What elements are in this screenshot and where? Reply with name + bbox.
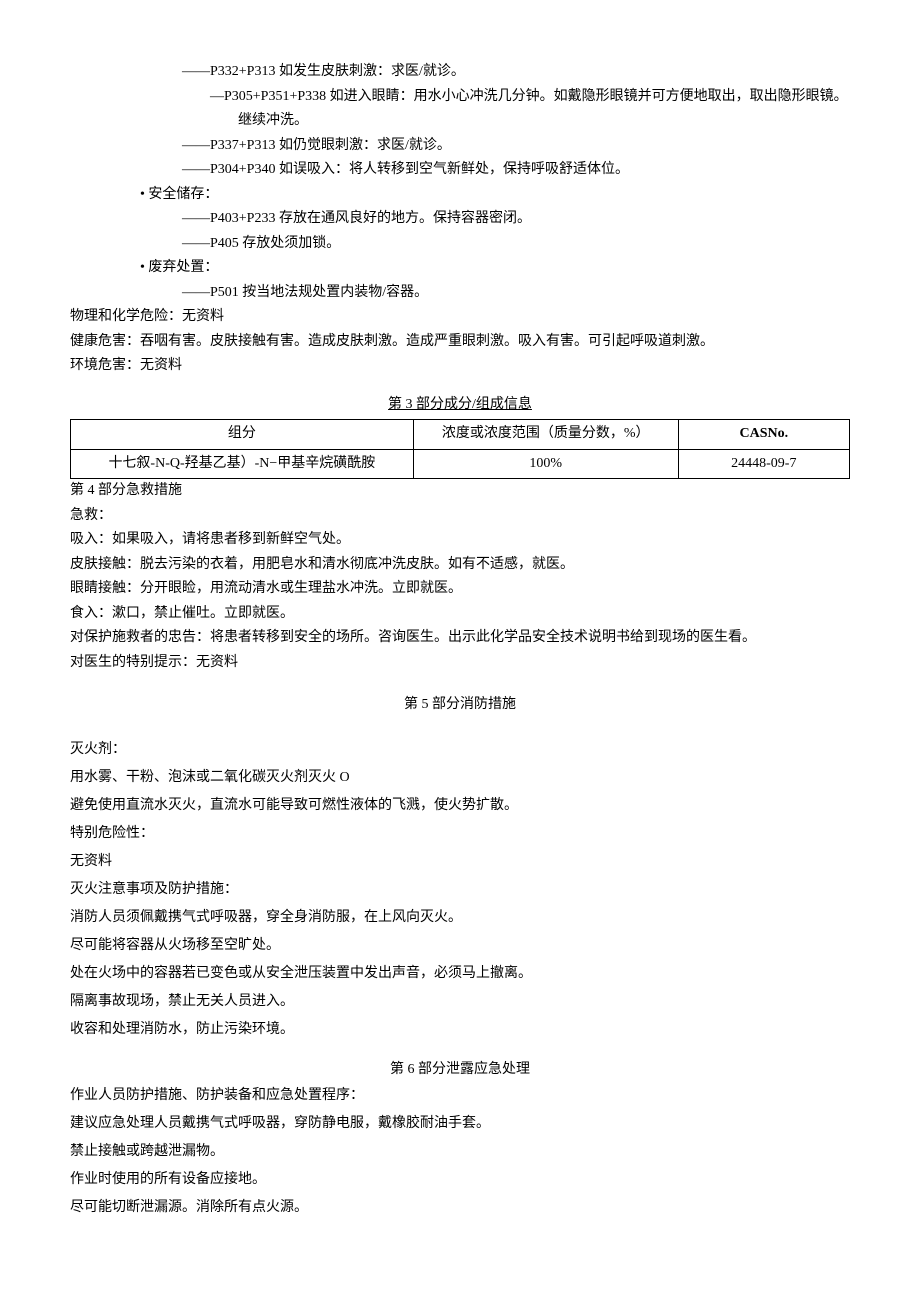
composition-table: 组分 浓度或浓度范围（质量分数，%） CASNo. 十七叙-N-Q-羟基乙基）-… xyxy=(70,419,850,479)
p304-p340: ——P304+P340 如误吸入：将人转移到空气新鲜处，保持呼吸舒适体位。 xyxy=(70,158,850,183)
col-component: 组分 xyxy=(71,420,414,450)
p405: ——P405 存放处须加锁。 xyxy=(70,232,850,257)
col-concentration: 浓度或浓度范围（质量分数，%） xyxy=(413,420,678,450)
cell-casno: 24448-09-7 xyxy=(678,449,849,479)
ingestion: 食入：漱口，禁止催吐。立即就医。 xyxy=(70,602,850,627)
p501: ——P501 按当地法规处置内装物/容器。 xyxy=(70,281,850,306)
env-hazard: 环境危害：无资料 xyxy=(70,354,850,379)
move-containers: 尽可能将容器从火场移至空旷处。 xyxy=(70,932,850,960)
section-3-title: 第 3 部分成分/组成信息 xyxy=(70,393,850,418)
disposal-label: • 废弃处置： xyxy=(70,256,850,281)
extinguisher-text: 用水雾、干粉、泡沫或二氧化碳灭火剂灭火 O xyxy=(70,764,850,792)
doctor-note: 对医生的特别提示：无资料 xyxy=(70,651,850,676)
avoid-water: 避免使用直流水灭火，直流水可能导致可燃性液体的飞溅，使火势扩散。 xyxy=(70,792,850,820)
ground-equipment: 作业时使用的所有设备应接地。 xyxy=(70,1166,850,1194)
physical-hazard: 物理和化学危险：无资料 xyxy=(70,305,850,330)
p332-p313: ——P332+P313 如发生皮肤刺激：求医/就诊。 xyxy=(70,60,850,85)
section-6-body: 作业人员防护措施、防护装备和应急处置程序： 建议应急处理人员戴携气式呼吸器，穿防… xyxy=(70,1082,850,1222)
col-casno: CASNo. xyxy=(678,420,849,450)
cell-component: 十七叙-N-Q-羟基乙基）-N−甲基辛烷磺酰胺 xyxy=(71,449,414,479)
table-header-row: 组分 浓度或浓度范围（质量分数，%） CASNo. xyxy=(71,420,850,450)
contain-water: 收容和处理消防水，防止污染环境。 xyxy=(70,1016,850,1044)
extinguisher-label: 灭火剂： xyxy=(70,736,850,764)
p305-p351-p338: —P305+P351+P338 如进入眼睛：用水小心冲洗几分钟。如戴隐形眼镜并可… xyxy=(70,85,850,134)
section-5-title: 第 5 部分消防措施 xyxy=(70,693,850,718)
safe-storage-label: • 安全储存： xyxy=(70,183,850,208)
isolate-scene: 隔离事故现场，禁止无关人员进入。 xyxy=(70,988,850,1016)
section-6-title: 第 6 部分泄露应急处理 xyxy=(70,1058,850,1083)
special-hazard-label: 特别危险性： xyxy=(70,820,850,848)
special-hazard-text: 无资料 xyxy=(70,848,850,876)
section-5-body: 灭火剂： 用水雾、干粉、泡沫或二氧化碳灭火剂灭火 O 避免使用直流水灭火，直流水… xyxy=(70,736,850,1044)
personnel-protection-label: 作业人员防护措施、防护装备和应急处置程序： xyxy=(70,1082,850,1110)
cell-concentration: 100% xyxy=(413,449,678,479)
p403-p233: ——P403+P233 存放在通风良好的地方。保持容器密闭。 xyxy=(70,207,850,232)
inhalation: 吸入：如果吸入，请将患者移到新鲜空气处。 xyxy=(70,528,850,553)
cut-source: 尽可能切断泄漏源。消除所有点火源。 xyxy=(70,1194,850,1222)
firefighter-equip: 消防人员须佩戴携气式呼吸器，穿全身消防服，在上风向灭火。 xyxy=(70,904,850,932)
no-contact: 禁止接触或跨越泄漏物。 xyxy=(70,1138,850,1166)
eye-contact: 眼睛接触：分开眼睑，用流动清水或生理盐水冲洗。立即就医。 xyxy=(70,577,850,602)
firefighting-precaution-label: 灭火注意事项及防护措施： xyxy=(70,876,850,904)
precaution-block: ——P332+P313 如发生皮肤刺激：求医/就诊。 —P305+P351+P3… xyxy=(70,60,850,305)
container-warning: 处在火场中的容器若已变色或从安全泄压装置中发出声音，必须马上撤离。 xyxy=(70,960,850,988)
first-aid-label: 急救： xyxy=(70,504,850,529)
responder-equip: 建议应急处理人员戴携气式呼吸器，穿防静电服，戴橡胶耐油手套。 xyxy=(70,1110,850,1138)
section-4-title: 第 4 部分急救措施 xyxy=(70,479,850,504)
p337-p313: ——P337+P313 如仍觉眼刺激：求医/就诊。 xyxy=(70,134,850,159)
table-row: 十七叙-N-Q-羟基乙基）-N−甲基辛烷磺酰胺 100% 24448-09-7 xyxy=(71,449,850,479)
skin-contact: 皮肤接触：脱去污染的衣着，用肥皂水和清水彻底冲洗皮肤。如有不适感，就医。 xyxy=(70,553,850,578)
rescuer-advice: 对保护施救者的忠告：将患者转移到安全的场所。咨询医生。出示此化学品安全技术说明书… xyxy=(70,626,850,651)
health-hazard: 健康危害：吞咽有害。皮肤接触有害。造成皮肤刺激。造成严重眼刺激。吸入有害。可引起… xyxy=(70,330,850,355)
